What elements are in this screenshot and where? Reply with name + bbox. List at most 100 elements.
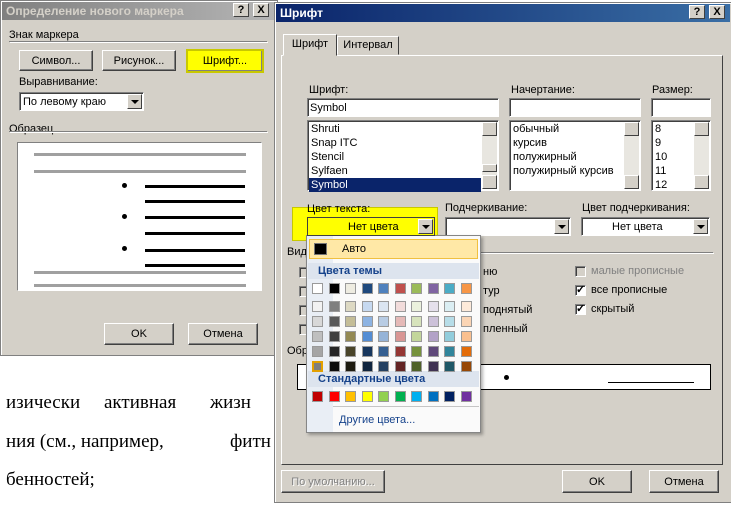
- hidden-checkbox[interactable]: ✓: [575, 303, 586, 315]
- style-input[interactable]: [509, 98, 641, 117]
- font-list-item[interactable]: Stencil: [309, 150, 481, 164]
- theme-color-swatch[interactable]: [394, 283, 406, 294]
- alignment-select[interactable]: По левому краю: [19, 92, 144, 111]
- theme-shade-swatch[interactable]: [411, 316, 422, 327]
- theme-shade-swatch[interactable]: [394, 316, 406, 327]
- theme-shade-swatch[interactable]: [378, 316, 389, 327]
- theme-shade-swatch[interactable]: [411, 331, 422, 342]
- theme-shade-swatch[interactable]: [345, 346, 356, 357]
- all-caps-checkbox[interactable]: ✓: [575, 284, 586, 296]
- theme-shade-swatch[interactable]: [312, 331, 323, 342]
- close-icon[interactable]: X: [709, 5, 725, 19]
- standard-color-swatch[interactable]: [427, 391, 439, 402]
- style-list-item[interactable]: полужирный курсив: [511, 164, 623, 178]
- theme-shade-swatch[interactable]: [411, 361, 422, 372]
- theme-shade-swatch[interactable]: [345, 316, 356, 327]
- underline-select[interactable]: [445, 217, 571, 236]
- style-list-item[interactable]: полужирный: [511, 150, 623, 164]
- theme-color-swatch[interactable]: [312, 283, 323, 294]
- theme-shade-swatch[interactable]: [361, 301, 373, 312]
- standard-color-swatch[interactable]: [444, 391, 455, 402]
- theme-shade-swatch[interactable]: [312, 316, 323, 327]
- color-select[interactable]: Нет цвета: [307, 217, 435, 236]
- style-list-item[interactable]: обычный: [511, 122, 623, 136]
- theme-shade-swatch[interactable]: [312, 301, 323, 312]
- standard-color-swatch[interactable]: [312, 391, 323, 402]
- theme-color-swatch[interactable]: [444, 283, 455, 294]
- theme-color-swatch[interactable]: [328, 283, 340, 294]
- theme-shade-swatch[interactable]: [378, 301, 389, 312]
- theme-shade-swatch[interactable]: [394, 361, 406, 372]
- theme-shade-swatch[interactable]: [427, 316, 439, 327]
- theme-shade-swatch[interactable]: [444, 346, 455, 357]
- theme-shade-swatch[interactable]: [427, 361, 439, 372]
- tab-spacing[interactable]: Интервал: [337, 36, 399, 55]
- help-icon[interactable]: ?: [233, 3, 249, 17]
- theme-shade-swatch[interactable]: [411, 346, 422, 357]
- theme-shade-swatch[interactable]: [312, 361, 323, 372]
- chevron-down-icon[interactable]: [554, 219, 569, 234]
- font-list-item[interactable]: Snap ITC: [309, 136, 481, 150]
- theme-shade-swatch[interactable]: [460, 331, 472, 342]
- standard-color-swatch[interactable]: [411, 391, 422, 402]
- ok-button[interactable]: OK: [104, 323, 174, 345]
- theme-shade-swatch[interactable]: [444, 361, 455, 372]
- symbol-button[interactable]: Символ...: [19, 50, 93, 71]
- theme-shade-swatch[interactable]: [460, 316, 472, 327]
- theme-shade-swatch[interactable]: [328, 361, 340, 372]
- theme-shade-swatch[interactable]: [378, 361, 389, 372]
- size-list-item[interactable]: 9: [653, 136, 693, 150]
- standard-color-swatch[interactable]: [361, 391, 373, 402]
- theme-color-swatch[interactable]: [460, 283, 472, 294]
- font-list-item-selected[interactable]: Symbol: [309, 178, 481, 192]
- size-list-scrollbar[interactable]: [694, 122, 709, 189]
- cancel-button[interactable]: Отмена: [188, 323, 258, 345]
- scroll-up-icon[interactable]: [624, 122, 639, 136]
- theme-shade-swatch[interactable]: [394, 331, 406, 342]
- standard-color-swatch[interactable]: [345, 391, 356, 402]
- theme-shade-swatch[interactable]: [345, 361, 356, 372]
- size-list[interactable]: 8 9 10 11 12: [651, 120, 711, 191]
- ok-button[interactable]: OK: [562, 470, 632, 493]
- theme-shade-swatch[interactable]: [328, 316, 340, 327]
- style-list-scrollbar[interactable]: [624, 122, 639, 189]
- style-list-item[interactable]: курсив: [511, 136, 623, 150]
- theme-shade-swatch[interactable]: [444, 331, 455, 342]
- theme-shade-swatch[interactable]: [427, 331, 439, 342]
- theme-color-swatch[interactable]: [345, 283, 356, 294]
- standard-color-swatch[interactable]: [460, 391, 472, 402]
- theme-shade-swatch[interactable]: [460, 361, 472, 372]
- scroll-down-icon[interactable]: [694, 175, 709, 189]
- theme-color-swatch[interactable]: [411, 283, 422, 294]
- font-list-scrollbar[interactable]: [482, 122, 497, 189]
- theme-shade-swatch[interactable]: [394, 301, 406, 312]
- theme-shade-swatch[interactable]: [411, 301, 422, 312]
- tab-font[interactable]: Шрифт: [283, 34, 337, 56]
- theme-shade-swatch[interactable]: [460, 346, 472, 357]
- theme-shade-swatch[interactable]: [361, 346, 373, 357]
- theme-shade-swatch[interactable]: [312, 346, 323, 357]
- theme-shade-swatch[interactable]: [328, 301, 340, 312]
- small-caps-checkbox[interactable]: [575, 266, 586, 277]
- default-button[interactable]: По умолчанию...: [281, 470, 385, 493]
- underline-color-select[interactable]: Нет цвета: [581, 217, 710, 236]
- font-list-item[interactable]: Sylfaen: [309, 164, 481, 178]
- auto-color-item[interactable]: Авто: [309, 239, 478, 259]
- theme-shade-swatch[interactable]: [328, 346, 340, 357]
- scroll-up-icon[interactable]: [694, 122, 709, 136]
- scroll-up-icon[interactable]: [482, 122, 497, 136]
- chevron-down-icon[interactable]: [418, 219, 433, 234]
- theme-shade-swatch[interactable]: [394, 346, 406, 357]
- font-list-item[interactable]: Shruti: [309, 122, 481, 136]
- size-list-item[interactable]: 12: [653, 178, 693, 192]
- help-icon[interactable]: ?: [689, 5, 705, 19]
- cancel-button[interactable]: Отмена: [649, 470, 719, 493]
- picture-button[interactable]: Рисунок...: [102, 50, 176, 71]
- close-icon[interactable]: X: [253, 3, 269, 17]
- scroll-thumb[interactable]: [482, 164, 497, 172]
- scroll-down-icon[interactable]: [482, 175, 497, 189]
- size-list-item[interactable]: 11: [653, 164, 693, 178]
- theme-shade-swatch[interactable]: [444, 301, 455, 312]
- font-name-input[interactable]: Symbol: [307, 98, 499, 117]
- standard-color-swatch[interactable]: [378, 391, 389, 402]
